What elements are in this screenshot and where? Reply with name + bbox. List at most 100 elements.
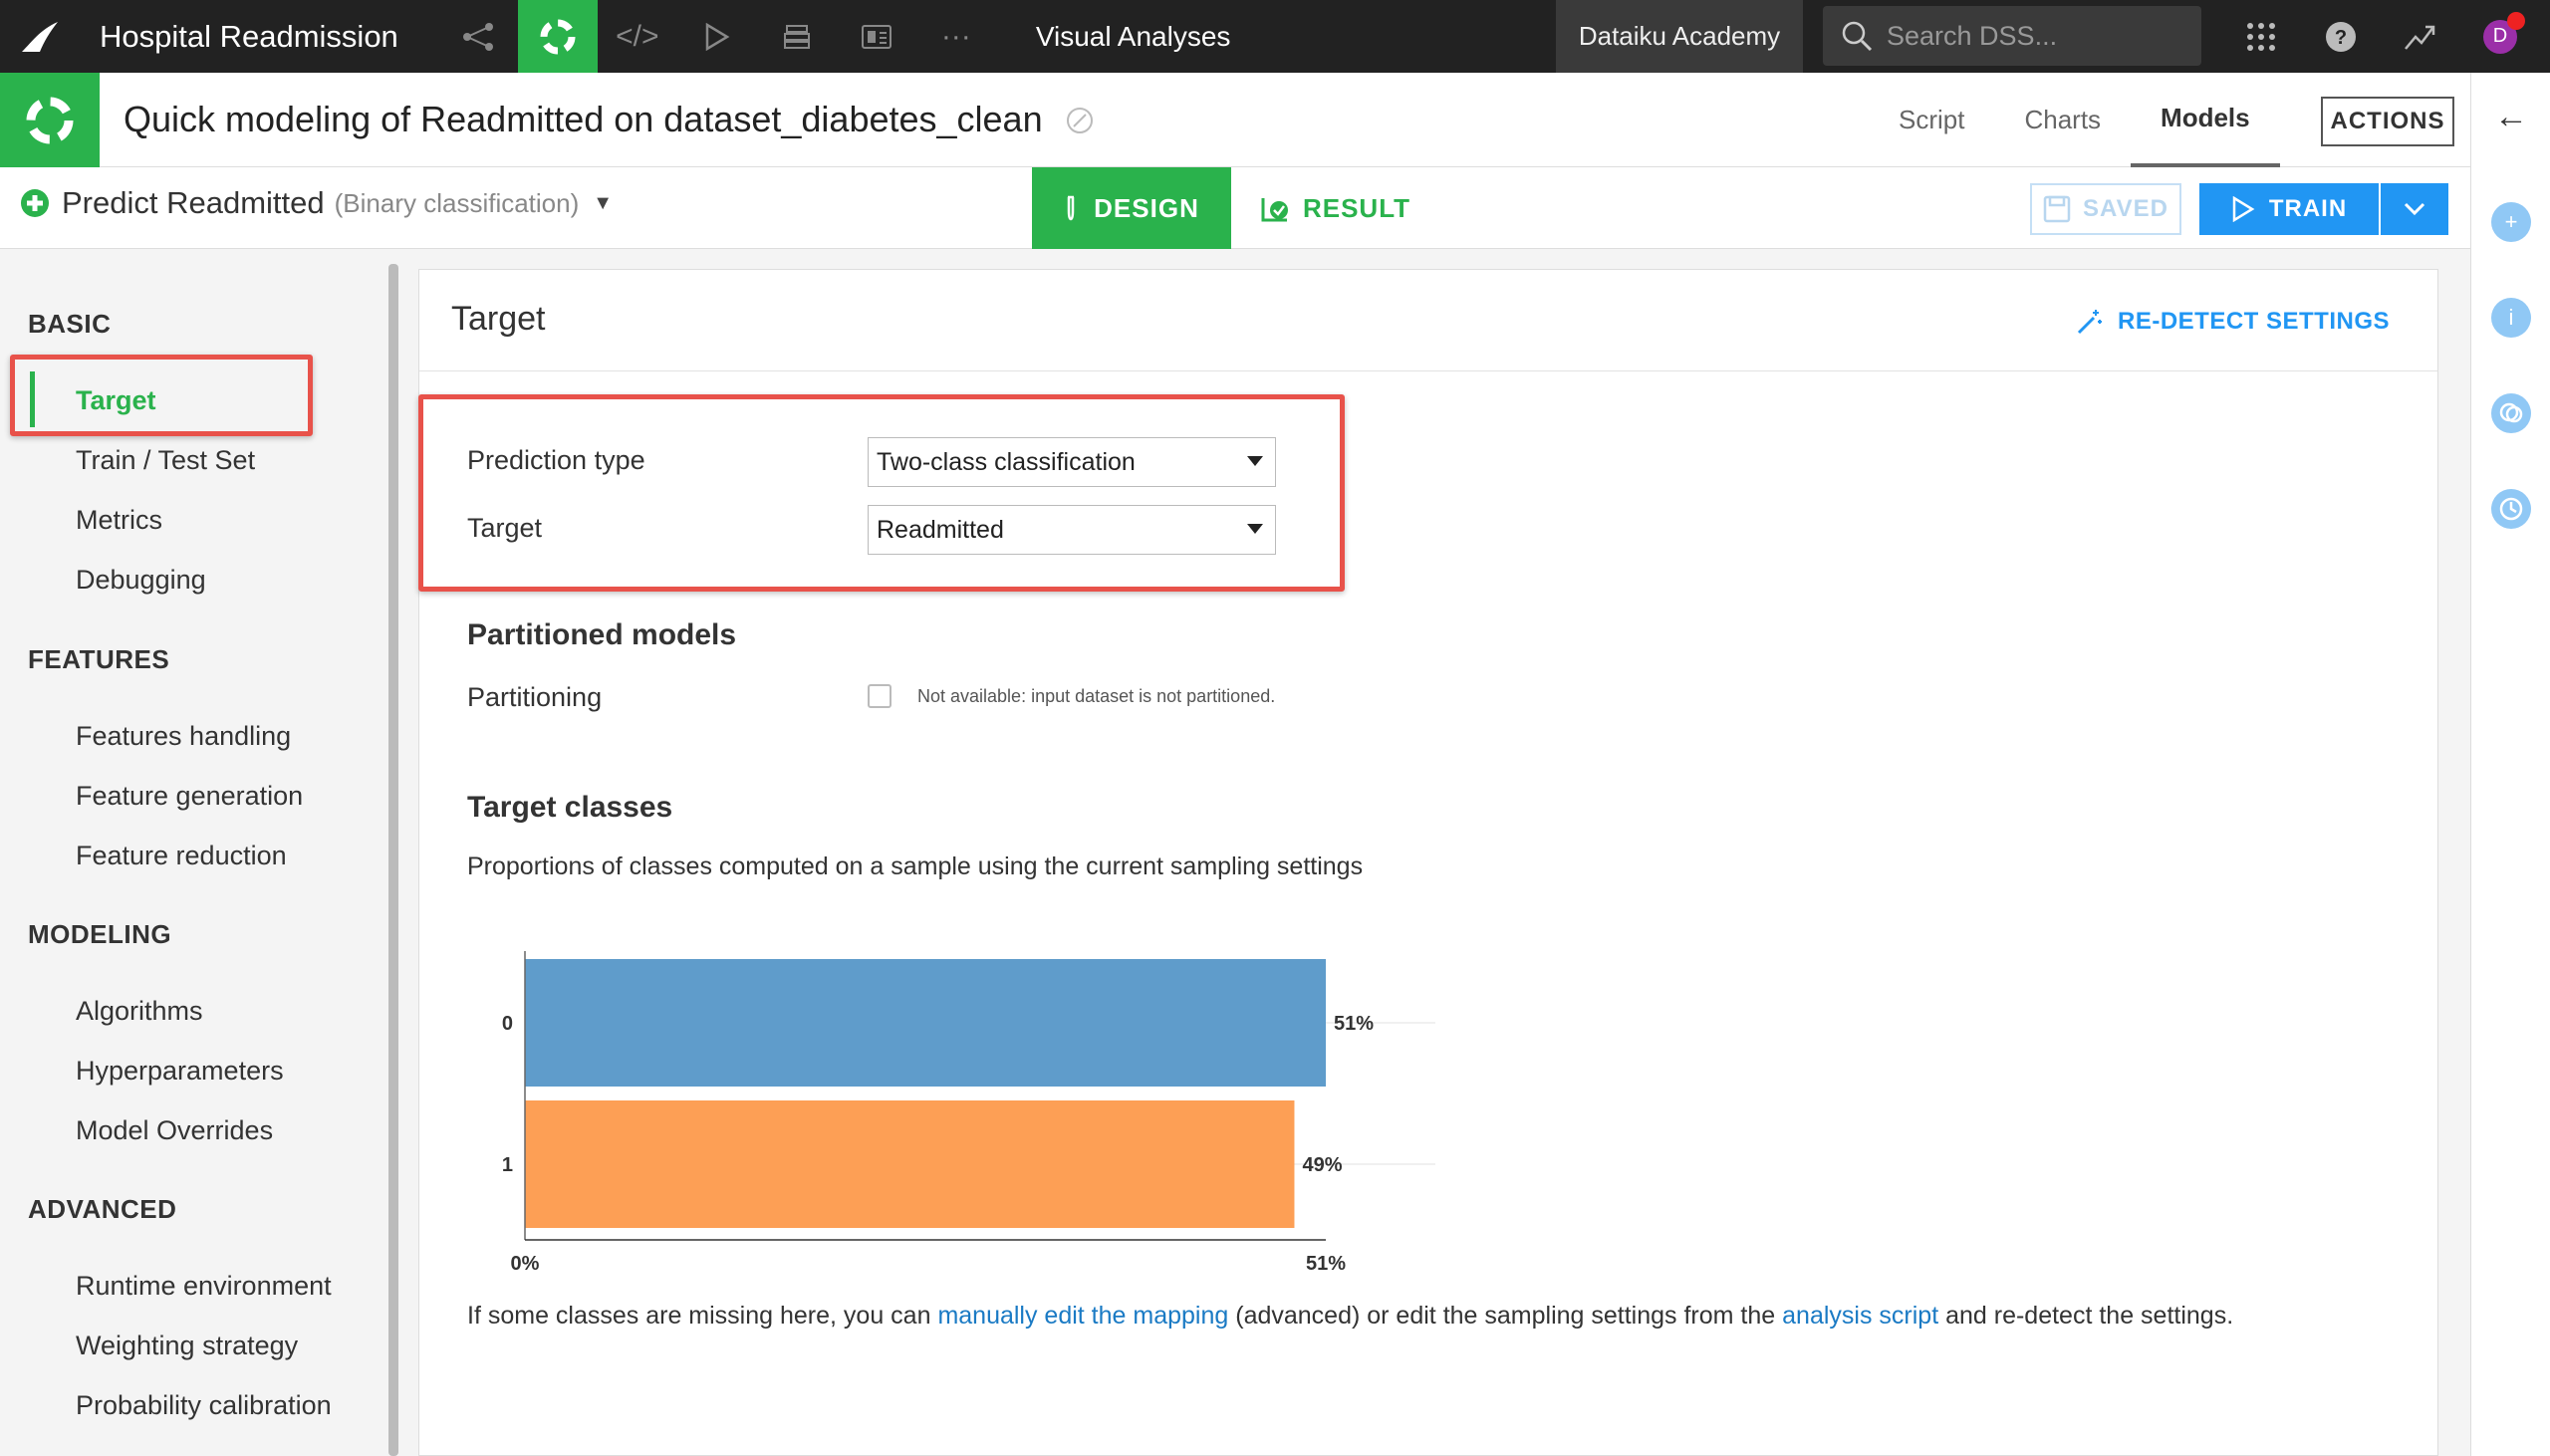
model-status-icon: [21, 189, 49, 217]
right-rail: ← + i: [2470, 73, 2550, 1456]
save-icon: [2043, 195, 2071, 223]
sidebar-item-model-overrides[interactable]: Model Overrides: [76, 1115, 273, 1146]
result-label: RESULT: [1302, 192, 1411, 223]
bar-class-0: [525, 959, 1326, 1087]
activity-icon[interactable]: [2381, 23, 2460, 51]
data-label: 51%: [1334, 1013, 1374, 1035]
saved-button[interactable]: SAVED: [2030, 183, 2181, 235]
partitioned-models-title: Partitioned models: [467, 618, 737, 651]
dashboard-icon[interactable]: [837, 0, 916, 73]
sidebar-item-features-handling[interactable]: Features handling: [76, 721, 291, 752]
flow-icon[interactable]: [438, 0, 518, 73]
partitioning-checkbox[interactable]: [868, 684, 892, 708]
result-tab[interactable]: RESULT: [1251, 167, 1420, 249]
highlight-target-nav: [10, 355, 313, 436]
sidebar-item-algorithms[interactable]: Algorithms: [76, 996, 203, 1027]
add-icon[interactable]: +: [2491, 202, 2531, 242]
target-classes-description: Proportions of classes computed on a sam…: [467, 852, 1364, 880]
discussions-icon[interactable]: [2491, 393, 2531, 433]
target-classes-chart: 0 51% 1 49% 0% 51%: [502, 951, 1435, 1275]
edit-info-icon[interactable]: [1066, 107, 1094, 141]
history-clock-icon[interactable]: [2491, 489, 2531, 529]
chevron-down-icon: [2404, 202, 2425, 216]
model-selector[interactable]: Predict Readmitted (Binary classificatio…: [20, 185, 613, 221]
svg-text:?: ?: [2335, 27, 2347, 49]
tab-charts[interactable]: Charts: [1994, 73, 2131, 167]
x-tick-label: 51%: [1306, 1253, 1346, 1275]
lab-logo: [0, 73, 100, 167]
lab-icon[interactable]: [517, 0, 598, 73]
user-menu[interactable]: D: [2460, 11, 2540, 54]
datasets-icon[interactable]: [757, 0, 837, 73]
train-options-dropdown[interactable]: [2381, 183, 2448, 235]
info-icon[interactable]: i: [2491, 298, 2531, 338]
instance-name[interactable]: Dataiku Academy: [1556, 0, 1803, 73]
topnav-right-icons: ? D: [2221, 0, 2540, 73]
footer-help-text: If some classes are missing here, you ca…: [467, 1302, 2233, 1331]
more-icon[interactable]: ···: [916, 0, 996, 73]
sidebar-section-basic: BASIC: [28, 309, 112, 339]
nav-section-title[interactable]: Visual Analyses: [1036, 21, 1231, 53]
target-classes-title: Target classes: [467, 791, 673, 824]
code-icon[interactable]: </>: [598, 0, 677, 73]
flask-icon: [1067, 195, 1075, 221]
tab-models[interactable]: Models: [2131, 73, 2280, 167]
sidebar-item-debugging[interactable]: Debugging: [76, 565, 206, 596]
sidebar-item-weighting-strategy[interactable]: Weighting strategy: [76, 1331, 298, 1361]
partitioning-label: Partitioning: [467, 682, 603, 712]
back-arrow-icon[interactable]: ←: [2491, 97, 2531, 136]
search-icon: [1842, 21, 1873, 52]
design-label: DESIGN: [1094, 192, 1199, 223]
bird-icon: [22, 21, 58, 52]
sidebar-scrollbar[interactable]: [388, 264, 398, 1456]
redetect-settings-button[interactable]: RE-DETECT SETTINGS: [2076, 308, 2390, 336]
sidebar-item-train-test-set[interactable]: Train / Test Set: [76, 445, 255, 476]
sidebar-item-runtime-environment[interactable]: Runtime environment: [76, 1271, 332, 1302]
sidebar-item-feature-generation[interactable]: Feature generation: [76, 781, 303, 812]
design-tab[interactable]: DESIGN: [1032, 167, 1231, 249]
apps-grid-icon[interactable]: [2221, 21, 2301, 53]
magic-wand-icon: [2077, 310, 2102, 335]
search-box[interactable]: [1823, 6, 2201, 66]
header-tabs: Script Charts Models: [1869, 73, 2280, 167]
redetect-label: RE-DETECT SETTINGS: [2117, 308, 2390, 335]
sidebar-item-metrics[interactable]: Metrics: [76, 505, 162, 536]
panel-title: Target: [451, 300, 546, 338]
analysis-script-link[interactable]: analysis script: [1782, 1302, 1938, 1330]
lab-icon: [26, 97, 74, 143]
model-type: (Binary classification): [334, 187, 580, 218]
search-input[interactable]: [1887, 20, 2185, 52]
play-icon: [2232, 196, 2255, 222]
saved-label: SAVED: [2083, 195, 2168, 222]
panel-header: Target RE-DETECT SETTINGS: [419, 270, 2437, 371]
notification-dot: [2507, 11, 2525, 30]
model-name: Predict Readmitted: [62, 185, 325, 220]
avatar[interactable]: D: [2483, 11, 2525, 54]
tab-script[interactable]: Script: [1869, 73, 1994, 167]
run-icon[interactable]: [677, 0, 757, 73]
train-button[interactable]: TRAIN: [2199, 183, 2379, 235]
help-icon[interactable]: ?: [2301, 21, 2381, 53]
sidebar-item-probability-calibration[interactable]: Probability calibration: [76, 1390, 332, 1421]
bar-class-1: [525, 1100, 1295, 1228]
actions-button[interactable]: ACTIONS: [2321, 97, 2454, 146]
project-title[interactable]: Hospital Readmission: [100, 19, 398, 55]
sidebar-section-features: FEATURES: [28, 644, 170, 674]
avatar-initial: D: [2492, 25, 2508, 47]
footer-prefix: If some classes are missing here, you ca…: [467, 1302, 938, 1330]
x-tick-label: 0%: [511, 1253, 540, 1275]
sidebar-item-feature-reduction[interactable]: Feature reduction: [76, 841, 287, 871]
page-header: Quick modeling of Readmitted on dataset_…: [0, 73, 2470, 167]
sidebar-item-hyperparameters[interactable]: Hyperparameters: [76, 1056, 284, 1087]
train-label: TRAIN: [2268, 195, 2348, 222]
category-label: 0: [502, 1013, 513, 1035]
dataiku-logo[interactable]: [0, 0, 80, 73]
model-subheader: Predict Readmitted (Binary classificatio…: [0, 167, 2470, 249]
sidebar-section-modeling: MODELING: [28, 919, 172, 949]
sidebar-section-advanced: ADVANCED: [28, 1194, 177, 1224]
category-label: 1: [502, 1154, 513, 1176]
result-check-icon: [1261, 198, 1288, 222]
caret-down-icon[interactable]: ▼: [593, 192, 613, 215]
edit-mapping-link[interactable]: manually edit the mapping: [937, 1302, 1228, 1330]
highlight-target-settings: [418, 394, 1345, 592]
